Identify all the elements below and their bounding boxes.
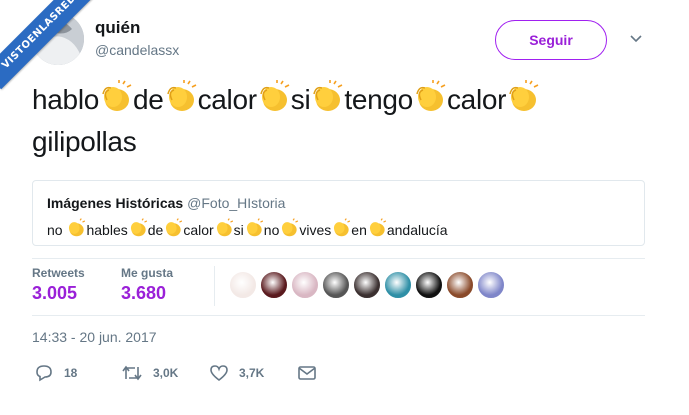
tweet-word: calor: [197, 84, 258, 115]
liker-avatar[interactable]: [322, 271, 350, 299]
like-button[interactable]: 3,7K: [209, 364, 264, 382]
clapping-hands-icon: [99, 80, 133, 123]
tweet-word: si: [290, 84, 311, 115]
quoted-word: calor: [183, 222, 214, 238]
direct-message-button[interactable]: [297, 364, 317, 382]
clapping-hands-icon: [257, 80, 291, 123]
reply-count: 18: [64, 366, 78, 380]
chevron-down-icon[interactable]: [629, 32, 643, 46]
retweets-label[interactable]: Retweets: [32, 266, 85, 280]
quoted-word: de: [147, 222, 164, 238]
likes-label[interactable]: Me gusta: [121, 266, 173, 280]
reply-icon: [34, 364, 54, 382]
clapping-hands-icon: [367, 218, 387, 241]
quoted-tweet[interactable]: Imágenes Históricas @Foto_HIstoria no hab…: [32, 180, 645, 246]
quoted-author-handle: @Foto_HIstoria: [187, 195, 286, 211]
tweet-word: de: [133, 84, 164, 115]
author-handle[interactable]: @candelassx: [95, 42, 179, 58]
liker-avatar[interactable]: [446, 271, 474, 299]
quoted-word: si: [233, 222, 244, 238]
quoted-word: hables: [86, 222, 128, 238]
tweet-word: gilipollas: [32, 126, 137, 157]
tweet-word: calor: [446, 84, 507, 115]
heart-icon: [209, 364, 229, 382]
quoted-word: vives: [299, 222, 332, 238]
retweet-count: 3,0K: [153, 366, 179, 380]
quoted-author-name: Imágenes Históricas: [47, 195, 184, 211]
clapping-hands-icon: [244, 218, 264, 241]
reply-button[interactable]: 18: [34, 364, 77, 382]
divider: [214, 266, 215, 306]
clapping-hands-icon: [279, 218, 299, 241]
tweet-text: hablo de calor si tengo calor gilipollas: [32, 80, 652, 160]
retweet-icon: [121, 364, 143, 382]
quoted-word: andalucía: [386, 222, 448, 238]
clapping-hands-icon: [214, 218, 234, 241]
quoted-text: no hables de calor si no vives en andalucía: [47, 218, 448, 241]
clapping-hands-icon: [413, 80, 447, 123]
divider: [32, 258, 645, 259]
author-name[interactable]: quién: [95, 18, 140, 38]
quoted-word: en: [351, 222, 367, 238]
liker-avatar[interactable]: [260, 271, 288, 299]
liker-avatars: [229, 271, 505, 299]
clapping-hands-icon: [66, 218, 86, 241]
clapping-hands-icon: [506, 80, 540, 123]
liker-avatar[interactable]: [384, 271, 412, 299]
clapping-hands-icon: [163, 218, 183, 241]
quoted-author: Imágenes Históricas @Foto_HIstoria: [47, 195, 285, 211]
clapping-hands-icon: [331, 218, 351, 241]
envelope-icon: [297, 364, 317, 382]
retweets-count[interactable]: 3.005: [32, 283, 77, 304]
tweet-word: tengo: [344, 84, 413, 115]
follow-button[interactable]: Seguir: [495, 20, 607, 60]
clapping-hands-icon: [310, 80, 344, 123]
quoted-word: no: [47, 222, 63, 238]
quoted-word: no: [263, 222, 280, 238]
retweet-button[interactable]: 3,0K: [121, 364, 178, 382]
liker-avatar[interactable]: [415, 271, 443, 299]
liker-avatar[interactable]: [291, 271, 319, 299]
tweet-timestamp[interactable]: 14:33 - 20 jun. 2017: [32, 329, 157, 345]
clapping-hands-icon: [128, 218, 148, 241]
liker-avatar[interactable]: [477, 271, 505, 299]
divider: [32, 315, 645, 316]
liker-avatar[interactable]: [353, 271, 381, 299]
like-count: 3,7K: [239, 366, 265, 380]
clapping-hands-icon: [164, 80, 198, 123]
likes-count[interactable]: 3.680: [121, 283, 166, 304]
liker-avatar[interactable]: [229, 271, 257, 299]
tweet-word: hablo: [32, 84, 100, 115]
